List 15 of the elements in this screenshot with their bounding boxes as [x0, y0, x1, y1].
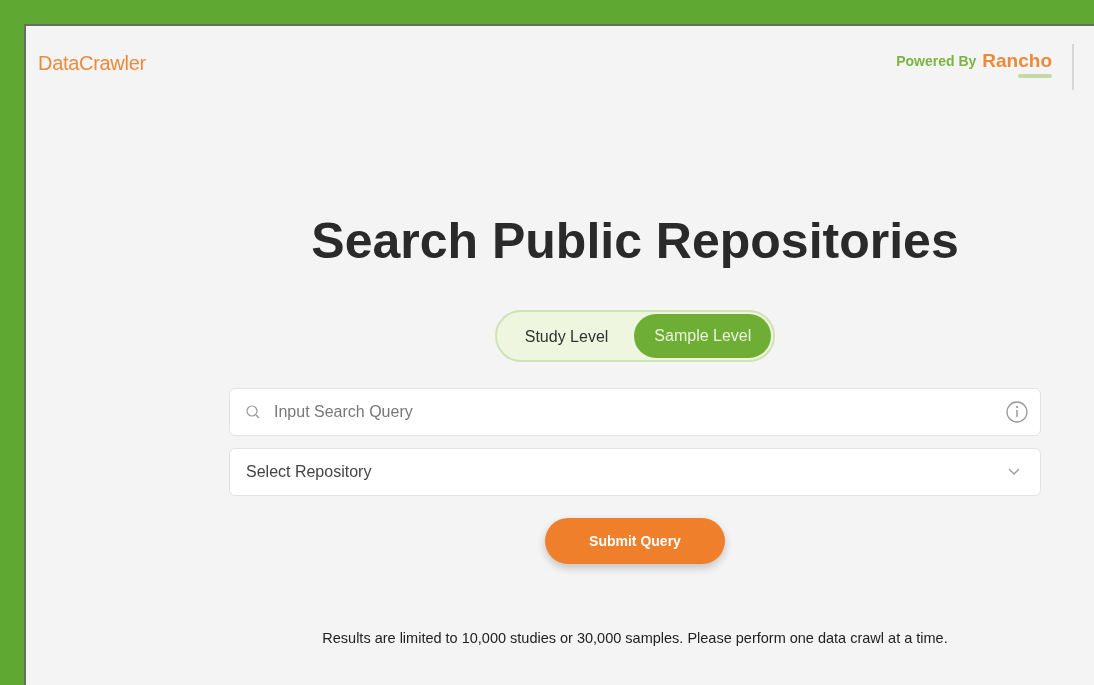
page-title: Search Public Repositories: [311, 212, 959, 270]
level-option[interactable]: Study Level: [498, 314, 631, 358]
limit-note: Results are limited to 10,000 studies or 30,000 samples. Please perform one data crawl at a time.: [322, 630, 948, 646]
info-icon[interactable]: [1006, 401, 1028, 423]
repository-select[interactable]: Select Repository: [229, 448, 1041, 496]
submit-button[interactable]: Submit Query: [545, 518, 725, 564]
search-icon: [246, 405, 260, 419]
powered-by-text: Powered By: [896, 53, 977, 69]
brand-mark-icon: [1018, 73, 1052, 79]
chevron-down-icon: [1008, 468, 1020, 476]
brand-text: Rancho: [982, 50, 1052, 72]
search-input[interactable]: Input Search Query: [272, 402, 994, 422]
search-field[interactable]: Input Search Query: [229, 388, 1041, 436]
logo-text[interactable]: DataCrawler: [38, 52, 146, 75]
level-option[interactable]: Sample Level: [634, 314, 772, 358]
